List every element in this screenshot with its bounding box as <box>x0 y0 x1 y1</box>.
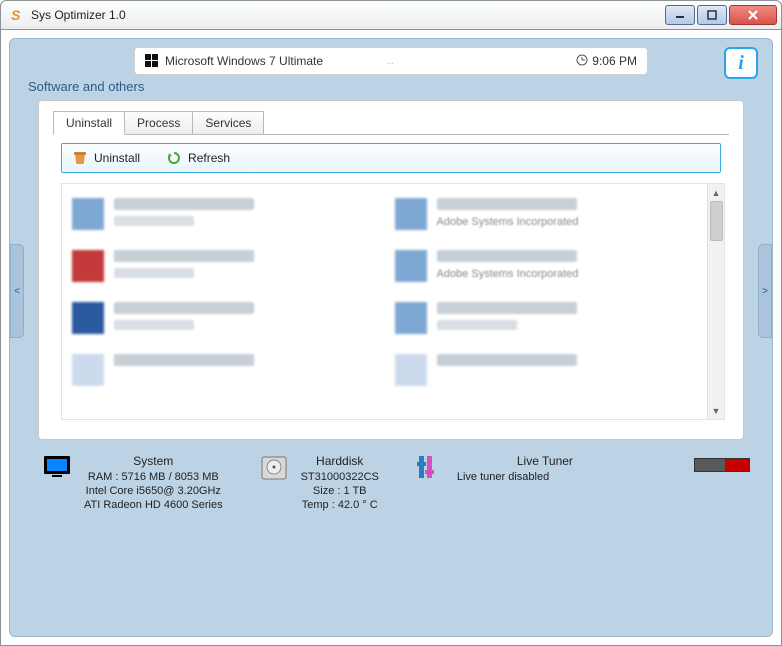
os-info-bar: Microsoft Windows 7 Ultimate .. 9:06 PM <box>134 47 648 75</box>
window-controls <box>665 5 777 25</box>
list-item[interactable] <box>72 250 377 282</box>
harddisk-icon <box>259 454 291 482</box>
minimize-button[interactable] <box>665 5 695 25</box>
tab-strip: Uninstall Process Services <box>39 101 743 135</box>
tab-uninstall[interactable]: Uninstall <box>53 111 125 135</box>
expand-right-button[interactable]: > <box>758 244 772 338</box>
progress-fill <box>725 459 749 471</box>
system-cpu: Intel Core i5650@ 3.20GHz <box>84 484 223 498</box>
list-item[interactable] <box>395 354 700 386</box>
maximize-button[interactable] <box>697 5 727 25</box>
refresh-icon <box>166 150 182 166</box>
harddisk-temp: Temp : 42.0 ° C <box>301 498 379 512</box>
window-title: Sys Optimizer 1.0 <box>31 8 665 22</box>
toolbar: Uninstall Refresh <box>61 143 721 173</box>
livetuner-status: Live tuner disabled <box>457 470 573 484</box>
scroll-up-icon[interactable]: ▲ <box>708 184 724 201</box>
system-ram: RAM : 5716 MB / 8053 MB <box>84 470 223 484</box>
harddisk-title: Harddisk <box>301 454 379 468</box>
uninstall-label: Uninstall <box>94 151 140 165</box>
section-title: Software and others <box>28 79 758 94</box>
tab-panel: Uninstall Process Services Uninstall Ref… <box>38 100 744 440</box>
program-list: Adobe Systems Incorporated Adobe Systems… <box>61 183 725 420</box>
livetuner-group: Live Tuner Live tuner disabled <box>415 454 740 512</box>
app-icon: S <box>9 7 25 23</box>
system-group: System RAM : 5716 MB / 8053 MB Intel Cor… <box>42 454 223 512</box>
harddisk-size: Size : 1 TB <box>301 484 379 498</box>
client-area: Microsoft Windows 7 Ultimate .. 9:06 PM … <box>0 30 782 646</box>
svg-text:S: S <box>11 7 21 23</box>
list-item[interactable] <box>72 354 377 386</box>
loading-dots: .. <box>388 57 394 66</box>
clock-icon <box>576 54 588 69</box>
uninstall-button[interactable]: Uninstall <box>72 150 140 166</box>
os-name: Microsoft Windows 7 Ultimate <box>165 54 323 68</box>
system-gpu: ATI Radeon HD 4600 Series <box>84 498 223 512</box>
harddisk-model: ST31000322CS <box>301 470 379 484</box>
monitor-icon <box>42 454 74 482</box>
uninstall-icon <box>72 150 88 166</box>
clock: 9:06 PM <box>576 54 637 69</box>
tab-content: Uninstall Refresh Adobe Systems <box>53 134 729 428</box>
info-button[interactable]: i <box>724 47 758 79</box>
system-title: System <box>84 454 223 468</box>
list-item[interactable]: Adobe Systems Incorporated <box>395 250 700 282</box>
scroll-thumb[interactable] <box>710 201 723 241</box>
tab-process[interactable]: Process <box>124 111 193 135</box>
scroll-down-icon[interactable]: ▼ <box>708 402 724 419</box>
vendor-label: Adobe Systems Incorporated <box>437 216 579 228</box>
scrollbar[interactable]: ▲ ▼ <box>707 184 724 419</box>
harddisk-group: Harddisk ST31000322CS Size : 1 TB Temp :… <box>259 454 379 512</box>
list-item[interactable] <box>395 302 700 334</box>
list-item[interactable] <box>72 198 377 230</box>
progress-bar <box>694 458 750 472</box>
status-bar: System RAM : 5716 MB / 8053 MB Intel Cor… <box>42 454 740 512</box>
vendor-label: Adobe Systems Incorporated <box>437 268 579 280</box>
tuner-icon <box>415 454 447 482</box>
refresh-label: Refresh <box>188 151 230 165</box>
main-pane: Microsoft Windows 7 Ultimate .. 9:06 PM … <box>9 38 773 637</box>
close-button[interactable] <box>729 5 777 25</box>
refresh-button[interactable]: Refresh <box>166 150 230 166</box>
titlebar: S Sys Optimizer 1.0 <box>0 0 782 30</box>
tab-services[interactable]: Services <box>192 111 264 135</box>
windows-logo-icon <box>145 54 159 68</box>
list-item[interactable]: Adobe Systems Incorporated <box>395 198 700 230</box>
list-item[interactable] <box>72 302 377 334</box>
expand-left-button[interactable]: < <box>10 244 24 338</box>
livetuner-title: Live Tuner <box>517 454 573 468</box>
clock-time: 9:06 PM <box>592 54 637 68</box>
